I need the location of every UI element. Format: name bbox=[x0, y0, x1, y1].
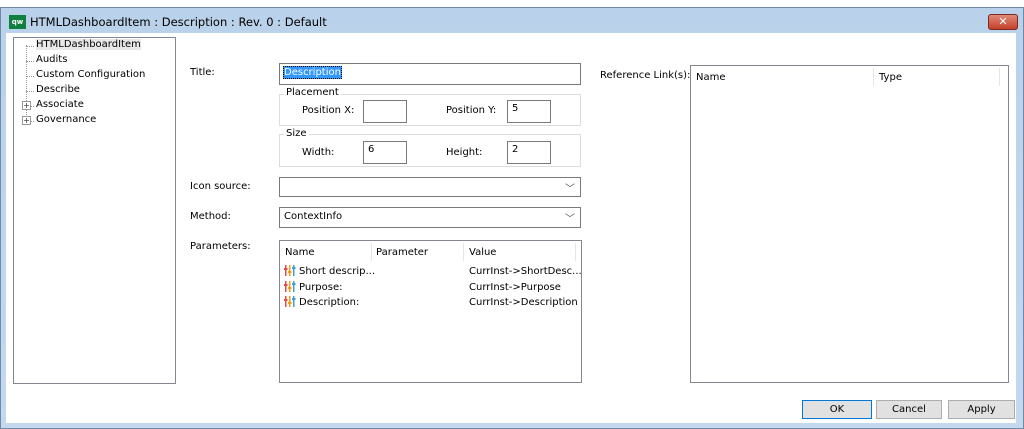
title-input[interactable]: Description bbox=[279, 63, 581, 85]
reference-links-label: Reference Link(s): bbox=[600, 70, 691, 81]
method-select[interactable]: ContextInfo ﹀ bbox=[279, 207, 581, 228]
cancel-button[interactable]: Cancel bbox=[876, 400, 942, 419]
parameter-name: Purpose: bbox=[299, 282, 343, 293]
reference-links-list[interactable]: Name Type bbox=[690, 65, 1009, 383]
parameter-value: CurrInst->Description bbox=[469, 297, 578, 308]
placement-label: Placement bbox=[284, 87, 341, 98]
tree-item-describe[interactable]: Describe bbox=[36, 84, 80, 95]
column-header-parameter[interactable]: Parameter bbox=[376, 247, 428, 258]
expand-icon[interactable]: + bbox=[22, 116, 31, 125]
title-value: Description bbox=[283, 66, 342, 79]
parameter-icon bbox=[284, 281, 296, 292]
chevron-down-icon: ﹀ bbox=[565, 184, 575, 195]
column-header-name[interactable]: Name bbox=[696, 72, 726, 83]
window-title: HTMLDashboardItem : Description : Rev. 0… bbox=[30, 15, 327, 29]
navigation-tree[interactable]: HTMLDashboardItem Audits Custom Configur… bbox=[13, 37, 176, 384]
parameters-list[interactable]: Name Parameter Value Short descrip... Cu… bbox=[279, 240, 582, 383]
position-x-input[interactable] bbox=[363, 100, 407, 123]
position-y-label: Position Y: bbox=[446, 105, 497, 116]
chevron-down-icon: ﹀ bbox=[565, 214, 575, 225]
column-header-name[interactable]: Name bbox=[285, 247, 315, 258]
position-x-label: Position X: bbox=[302, 105, 355, 116]
column-header-type[interactable]: Type bbox=[879, 72, 902, 83]
size-label: Size bbox=[284, 128, 309, 139]
parameters-label: Parameters: bbox=[190, 241, 251, 252]
parameter-icon bbox=[284, 265, 296, 276]
tree-item-associate[interactable]: Associate bbox=[36, 99, 84, 110]
ok-button[interactable]: OK bbox=[802, 400, 872, 419]
icon-source-label: Icon source: bbox=[190, 181, 251, 192]
method-label: Method: bbox=[190, 211, 231, 222]
width-input[interactable]: 6 bbox=[363, 141, 407, 164]
parameter-value: CurrInst->ShortDesc... bbox=[469, 266, 582, 277]
parameter-name: Description: bbox=[299, 297, 360, 308]
tree-item-audits[interactable]: Audits bbox=[36, 54, 67, 65]
width-label: Width: bbox=[302, 147, 335, 158]
method-value: ContextInfo bbox=[284, 211, 343, 222]
tree-item-htmldashboarditem[interactable]: HTMLDashboardItem bbox=[36, 39, 141, 50]
height-input[interactable]: 2 bbox=[507, 141, 551, 164]
parameter-name: Short descrip... bbox=[299, 266, 375, 277]
icon-source-select[interactable]: ﹀ bbox=[279, 177, 581, 197]
height-label: Height: bbox=[446, 147, 483, 158]
position-y-input[interactable]: 5 bbox=[507, 100, 551, 123]
expand-icon[interactable]: + bbox=[22, 101, 31, 110]
tree-item-custom-configuration[interactable]: Custom Configuration bbox=[36, 69, 145, 80]
app-logo-icon: qw bbox=[9, 15, 26, 29]
tree-item-governance[interactable]: Governance bbox=[36, 114, 96, 125]
column-header-value[interactable]: Value bbox=[469, 247, 496, 258]
apply-button[interactable]: Apply bbox=[948, 400, 1015, 419]
close-button[interactable]: ✕ bbox=[988, 14, 1018, 30]
parameter-icon bbox=[284, 296, 296, 307]
title-label: Title: bbox=[190, 67, 215, 78]
parameter-value: CurrInst->Purpose bbox=[469, 282, 561, 293]
